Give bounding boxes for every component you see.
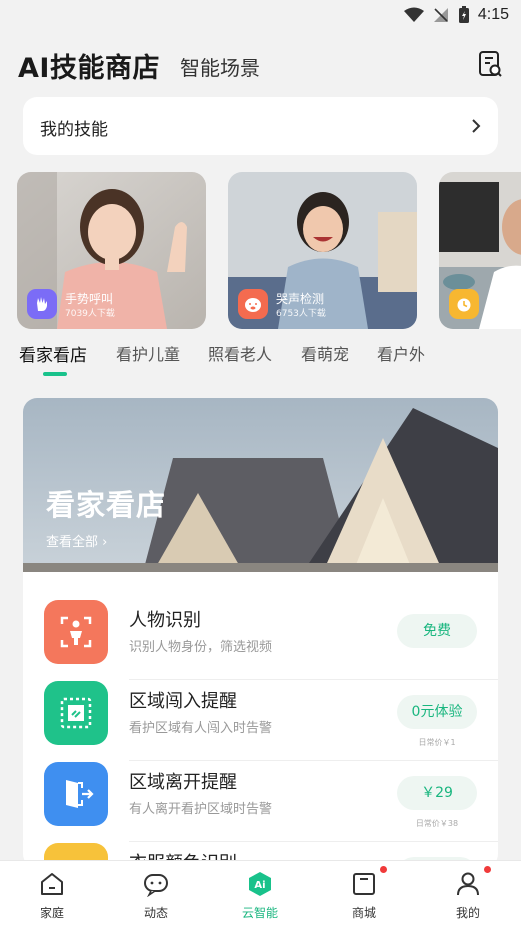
skill-daily-price: 日常价￥1 [418,738,456,747]
status-bar: 4:15 [0,0,521,34]
skill-row-area-intrusion[interactable]: 区域闯入提醒 看护区域有人闯入时告警 0元体验 日常价￥1 [23,681,498,761]
divider [129,760,498,761]
featured-name: 手势呼叫 [65,292,114,306]
tab-home-store[interactable]: 看家看店 [19,341,87,366]
scene-tabs: 看家看店 看护儿童 照看老人 看萌宠 看户外 [19,341,519,381]
featured-skills-carousel[interactable]: 手势呼叫 7039人下载 哭声检测 6753人下载 闹钟提 3893人 [0,172,521,330]
my-skills-label: 我的技能 [40,120,108,140]
skill-desc: 识别人物身份，筛选视频 [129,640,273,655]
skill-price-button[interactable]: ￥29 [397,776,477,810]
nav-home[interactable]: 家庭 [12,861,92,926]
bottom-nav: 家庭 动态 Ai 云智能 商城 我的 [0,860,521,926]
ai-icon: Ai [249,872,271,896]
nav-shop[interactable]: 商城 [324,861,404,926]
home-icon [41,873,63,895]
status-time: 4:15 [477,6,509,23]
featured-downloads: 6753人下载 [276,309,326,319]
nav-label: 我的 [455,906,480,920]
nav-cloud-ai[interactable]: Ai 云智能 [220,861,300,926]
featured-downloads: 3893人下载 [487,309,521,319]
featured-card-alarm[interactable]: 闹钟提醒 3893人下载 [439,172,521,329]
scene-panel: 看家看店 查看全部 › 人物识别 识别人物身份，筛选视频 免费 区域闯入提醒 看… [23,398,498,868]
tab-smart-scenes[interactable]: 智能场景 [180,52,260,81]
featured-name: 闹钟提醒 [487,292,521,306]
tab-pets[interactable]: 看萌宠 [301,341,349,365]
divider [129,841,498,842]
skill-price-button[interactable]: 0元体验 [397,695,477,729]
nav-label: 家庭 [39,906,64,920]
wifi-icon [403,7,424,22]
divider [129,679,498,680]
nav-label: 商城 [351,906,376,920]
scene-hero[interactable]: 看家看店 查看全部 › [23,398,498,572]
header: AI技能商店 智能场景 [18,44,503,84]
tab-indicator [43,372,67,376]
skill-daily-price: 日常价￥38 [415,819,459,828]
nav-profile[interactable]: 我的 [428,861,508,926]
chat-icon [144,874,168,897]
shop-icon [353,873,375,895]
skill-row-person[interactable]: 人物识别 识别人物身份，筛选视频 免费 [23,600,498,680]
crying-face-icon [238,289,268,319]
alarm-clock-icon [449,289,479,319]
nav-feed[interactable]: 动态 [116,861,196,926]
skill-desc: 有人离开看护区域时告警 [129,802,273,817]
page-title: AI技能商店 [18,53,160,84]
skill-name: 区域离开提醒 [129,772,237,793]
chevron-right-icon [472,119,481,133]
view-all-link[interactable]: 查看全部 › [46,531,107,550]
skill-name: 区域闯入提醒 [129,691,237,712]
tab-outdoor[interactable]: 看户外 [377,341,425,365]
skill-desc: 看护区域有人闯入时告警 [129,721,273,736]
area-leave-icon [44,762,108,826]
no-signal-icon [433,8,448,22]
skill-row-area-leave[interactable]: 区域离开提醒 有人离开看护区域时告警 ￥29 日常价￥38 [23,762,498,842]
hand-icon [27,289,57,319]
my-skills-row[interactable]: 我的技能 [23,97,498,155]
notification-dot [380,866,387,873]
person-recognition-icon [44,600,108,664]
skill-name: 人物识别 [129,610,201,631]
notification-dot [484,866,491,873]
orders-icon[interactable] [477,50,503,78]
profile-icon [457,872,479,896]
featured-card-gesture[interactable]: 手势呼叫 7039人下载 [17,172,206,329]
nav-label: 动态 [143,906,168,920]
svg-text:Ai: Ai [254,880,265,891]
featured-downloads: 7039人下载 [65,309,115,319]
tab-child-care[interactable]: 看护儿童 [116,341,180,365]
featured-card-crying[interactable]: 哭声检测 6753人下载 [228,172,417,329]
tab-elderly-care[interactable]: 照看老人 [208,341,272,365]
area-intrusion-icon [44,681,108,745]
nav-label: 云智能 [241,906,278,920]
featured-name: 哭声检测 [276,292,325,306]
scene-title: 看家看店 [46,488,167,522]
skill-price-button[interactable]: 免费 [397,614,477,648]
battery-icon [458,6,469,23]
